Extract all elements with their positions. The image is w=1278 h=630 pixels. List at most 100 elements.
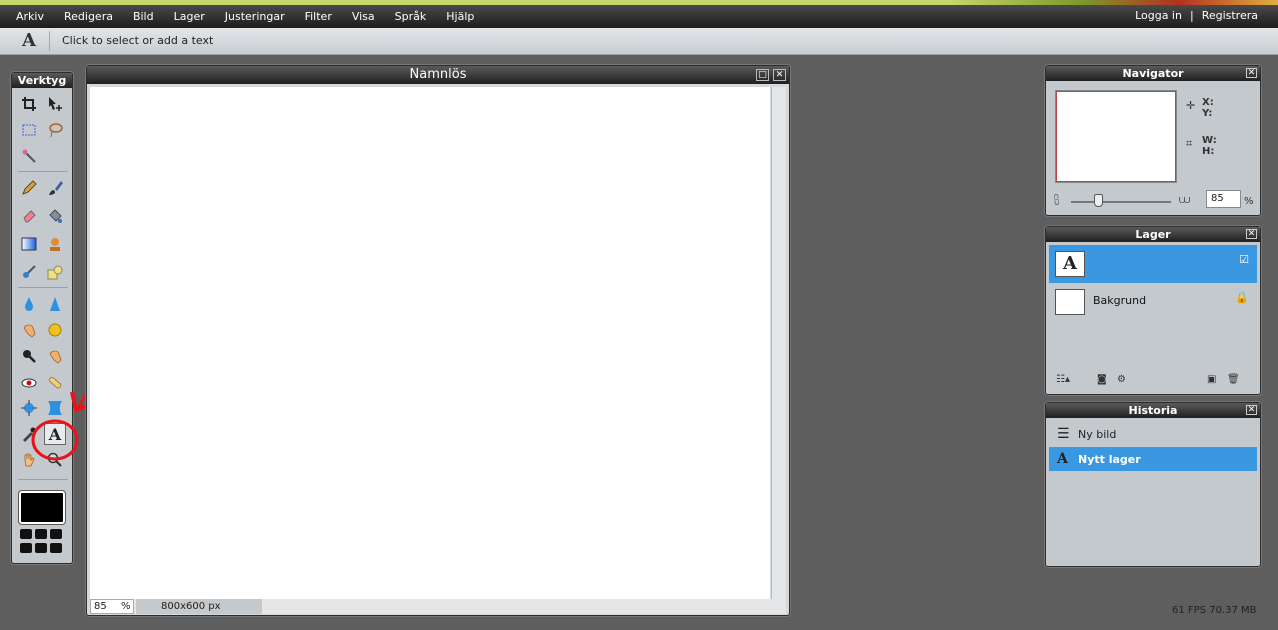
- toolbox-title: Verktyg: [12, 73, 72, 88]
- sharpen-icon[interactable]: [44, 293, 66, 315]
- spot-heal-icon[interactable]: [44, 371, 66, 393]
- layer-item-text[interactable]: A ☑: [1049, 245, 1257, 283]
- preset-swatch[interactable]: [35, 543, 47, 553]
- lock-icon[interactable]: 🔒: [1235, 291, 1249, 304]
- crop-icon[interactable]: [18, 93, 40, 115]
- pinch-icon[interactable]: [44, 397, 66, 419]
- layer-thumbnail: [1055, 289, 1085, 315]
- menu-filter[interactable]: Filter: [295, 9, 342, 24]
- zoom-out-icon[interactable]: ⩉: [1054, 193, 1059, 207]
- menu-lager[interactable]: Lager: [164, 9, 215, 24]
- navigator-zoom-input[interactable]: 85: [1206, 190, 1241, 208]
- navigator-panel: Navigator ✕ ✛ X: Y: ⌗ W: H: ⩉ ⩊ 85 %: [1045, 65, 1261, 216]
- close-icon[interactable]: ✕: [1246, 405, 1257, 415]
- menu-arkiv[interactable]: Arkiv: [6, 9, 54, 24]
- menu-redigera[interactable]: Redigera: [54, 9, 123, 24]
- color-replace-icon[interactable]: [18, 261, 40, 283]
- paint-bucket-icon[interactable]: [44, 205, 66, 227]
- document-window: Namnlös □ ✕ 85 % 800x600 px: [86, 65, 790, 616]
- visibility-checkbox-icon[interactable]: ☑: [1239, 253, 1249, 266]
- close-icon[interactable]: ✕: [773, 69, 786, 81]
- marquee-icon[interactable]: [18, 119, 40, 141]
- options-divider: [49, 31, 50, 51]
- layers-title-bar: Lager ✕: [1046, 227, 1260, 242]
- close-icon[interactable]: ✕: [1246, 68, 1257, 78]
- zoom-in-icon[interactable]: ⩊: [1179, 193, 1190, 207]
- history-title-bar: Historia ✕: [1046, 403, 1260, 418]
- sponge-icon[interactable]: [44, 319, 66, 341]
- layer-name: Bakgrund: [1093, 294, 1147, 307]
- image-size: 800x600 px: [136, 599, 262, 614]
- history-item-new-layer[interactable]: A Nytt lager: [1049, 447, 1257, 471]
- document-title: Namnlös: [409, 67, 467, 82]
- menu-justeringar[interactable]: Justeringar: [215, 9, 295, 24]
- close-icon[interactable]: ✕: [1246, 229, 1257, 239]
- color-presets[interactable]: [20, 529, 66, 553]
- menu-sprak[interactable]: Språk: [385, 9, 437, 24]
- layer-thumbnail: A: [1055, 251, 1085, 277]
- preset-swatch[interactable]: [35, 529, 47, 539]
- burn-icon[interactable]: [44, 345, 66, 367]
- menu-hjalp[interactable]: Hjälp: [436, 9, 484, 24]
- dodge-icon[interactable]: [18, 345, 40, 367]
- new-layer-icon[interactable]: ▣: [1207, 374, 1216, 385]
- layer-mask-icon[interactable]: ◙: [1097, 374, 1107, 385]
- smudge-icon[interactable]: [18, 319, 40, 341]
- navigator-zoom-unit: %: [1244, 196, 1254, 207]
- zoom-field[interactable]: 85 %: [90, 599, 134, 614]
- layer-toolbar: ☷▴ ◙ ⚙ ▣ 🗑: [1052, 374, 1256, 388]
- image-canvas[interactable]: [90, 87, 770, 599]
- zoom-unit: %: [121, 601, 131, 612]
- blur-icon[interactable]: [18, 293, 40, 315]
- register-link[interactable]: Registrera: [1202, 9, 1258, 22]
- menu-visa[interactable]: Visa: [342, 9, 385, 24]
- menu-bild[interactable]: Bild: [123, 9, 164, 24]
- zoom-value: 85: [94, 601, 107, 612]
- hand-icon[interactable]: [18, 449, 40, 471]
- zoom-icon[interactable]: [44, 449, 66, 471]
- preset-swatch[interactable]: [20, 529, 32, 539]
- account-links: Logga in | Registrera: [1135, 9, 1258, 22]
- pencil-icon[interactable]: [18, 177, 40, 199]
- account-separator: |: [1189, 9, 1194, 22]
- brush-icon[interactable]: [44, 177, 66, 199]
- trash-icon[interactable]: 🗑: [1227, 374, 1240, 385]
- history-item-new-image[interactable]: ☰ Ny bild: [1049, 422, 1257, 446]
- text-layer-icon: A: [1057, 451, 1068, 467]
- eraser-icon[interactable]: [18, 205, 40, 227]
- lasso-icon[interactable]: [44, 119, 66, 141]
- bloat-icon[interactable]: [18, 397, 40, 419]
- color-picker-icon[interactable]: [18, 423, 40, 445]
- toolbox-panel: Verktyg A: [11, 72, 73, 564]
- text-tool-icon: A: [22, 30, 36, 51]
- dimensions-icon: ⌗: [1186, 137, 1193, 150]
- red-eye-icon[interactable]: [18, 371, 40, 393]
- layer-settings-icon[interactable]: ☷▴: [1056, 374, 1070, 385]
- preset-swatch[interactable]: [50, 543, 62, 553]
- vertical-scrollbar[interactable]: [771, 87, 786, 599]
- performance-status: 61 FPS 70.37 MB: [1172, 605, 1257, 616]
- navigator-title: Navigator: [1122, 67, 1184, 80]
- zoom-slider-track[interactable]: [1071, 201, 1171, 203]
- layers-title: Lager: [1135, 228, 1171, 241]
- magic-wand-icon[interactable]: [18, 145, 40, 167]
- shape-icon[interactable]: [44, 261, 66, 283]
- layer-item-background[interactable]: Bakgrund 🔒: [1049, 283, 1257, 321]
- maximize-icon[interactable]: □: [756, 69, 769, 81]
- preset-swatch[interactable]: [50, 529, 62, 539]
- clone-stamp-icon[interactable]: [44, 233, 66, 255]
- navigator-thumbnail[interactable]: [1056, 91, 1176, 182]
- zoom-slider-handle[interactable]: [1094, 194, 1103, 207]
- tool-options-bar: A Click to select or add a text: [0, 28, 1278, 55]
- preset-swatch[interactable]: [20, 543, 32, 553]
- login-link[interactable]: Logga in: [1135, 9, 1182, 22]
- tool-divider: [18, 479, 68, 480]
- navigator-title-bar: Navigator ✕: [1046, 66, 1260, 81]
- tool-divider: [18, 287, 68, 288]
- foreground-color-swatch[interactable]: [19, 491, 65, 524]
- text-icon[interactable]: A: [44, 423, 66, 445]
- menu-bar: Arkiv Redigera Bild Lager Justeringar Fi…: [0, 0, 1278, 28]
- gradient-icon[interactable]: [18, 233, 40, 255]
- layer-style-icon[interactable]: ⚙: [1117, 374, 1126, 385]
- move-icon[interactable]: [44, 93, 66, 115]
